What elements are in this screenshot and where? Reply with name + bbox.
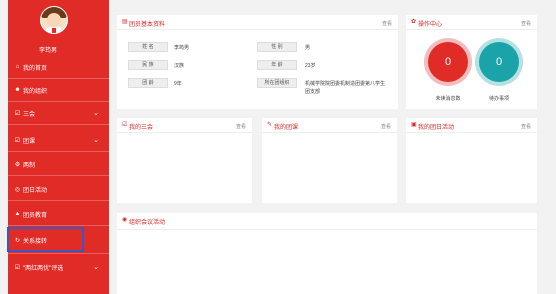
view-link[interactable]: 查看: [236, 123, 246, 130]
sidebar-item-activity[interactable]: ◎ 团日活动: [8, 178, 109, 200]
view-link[interactable]: 查看: [381, 123, 391, 130]
field-value: 机械学院院团委机制造团委第八学生团支部: [305, 81, 386, 95]
todo-label: 待办事项: [488, 96, 509, 102]
username: 李筠男: [38, 48, 57, 54]
my-activity-panel: ▣ 我的团日活动 查看: [406, 118, 537, 203]
view-link[interactable]: 查看: [521, 20, 531, 27]
todo-count-badge[interactable]: 0: [479, 42, 519, 82]
sidebar-item-my-org[interactable]: ☻ 我的组织: [8, 79, 109, 101]
sidebar-item-label: 两制: [23, 162, 36, 169]
sidebar-item-label: 团日活动: [23, 187, 48, 194]
home-icon: ⌂: [15, 64, 20, 70]
field-label: 年 龄: [257, 60, 297, 70]
operations-panel: ✿ 操作中心 查看 0 未读消息数 0 待办事项: [406, 15, 537, 109]
field-value: 男: [305, 45, 311, 51]
chevron-down-icon: ⌄: [93, 264, 99, 271]
field-label: 性 别: [257, 42, 297, 52]
field-value: 9年: [174, 81, 182, 87]
sidebar-item-selection[interactable]: ☑ "两红两优"评选 ⌄: [8, 256, 109, 278]
my-course-panel: ✎ 我的团课 查看: [262, 118, 397, 203]
sidebar-item-label: 我的组织: [23, 88, 48, 95]
field-label: 团 龄: [128, 78, 168, 88]
member-info-panel: ▤ 团员基本资料 查看 姓 名 李筠男 性 别 男 民 族 汉族 年 龄 23岁…: [117, 15, 398, 109]
my-three-meetings-panel: ☑ 我的三会 查看: [117, 118, 252, 203]
panel-title: 团员基本资料: [129, 22, 166, 28]
target-icon: ◎: [14, 186, 21, 193]
sidebar-item-three-meetings[interactable]: ☑ 三会 ⌄: [8, 102, 109, 124]
checkbox-icon: ☑: [14, 137, 21, 144]
unread-label: 未读消息数: [435, 96, 461, 102]
flag-icon: ▣: [411, 122, 417, 128]
sidebar-item-education[interactable]: ▲ 团员教育: [8, 203, 109, 225]
pencil-icon: ✎: [267, 122, 273, 128]
graduation-cap-icon: ▲: [14, 211, 21, 217]
sidebar-item-label: "两红两优"评选: [23, 265, 64, 272]
field-label: 姓 名: [128, 42, 168, 52]
unread-count-badge[interactable]: 0: [428, 42, 468, 82]
sidebar-item-label: 团课: [23, 138, 36, 145]
chevron-down-icon: ⌄: [93, 137, 99, 144]
chevron-down-icon: ⌄: [93, 110, 99, 117]
panel-title: 操作中心: [418, 22, 443, 28]
panel-title: 我的三会: [129, 125, 154, 131]
panel-title: 我的团日活动: [418, 125, 455, 131]
id-card-icon: ▤: [122, 19, 128, 25]
field-value: 李筠男: [174, 45, 190, 51]
field-value: 汉族: [174, 63, 185, 69]
sidebar-item-label: 三会: [23, 111, 36, 118]
gear-icon: ✿: [411, 19, 417, 25]
selection-highlight: [7, 227, 84, 252]
sidebar-item-two-systems[interactable]: ⚙ 两制: [8, 153, 109, 175]
checkbox-icon: ☑: [14, 110, 21, 117]
sidebar-item-label: 我的首页: [23, 65, 48, 72]
field-value: 23岁: [305, 63, 316, 69]
sidebar-item-course[interactable]: ☑ 团课 ⌄: [8, 129, 109, 151]
list-icon: ☑: [122, 122, 128, 128]
users-icon: ☻: [14, 87, 21, 93]
panel-title: 组织会议活动: [129, 220, 166, 226]
avatar: [40, 6, 68, 34]
field-label: 民 族: [128, 60, 168, 70]
field-label: 所在团组织: [257, 78, 297, 88]
sidebar-item-home[interactable]: ⌂ 我的首页: [8, 56, 109, 78]
panel-title: 我的团课: [274, 125, 299, 131]
settings-icon: ⚙: [14, 161, 21, 168]
checkbox-icon: ☑: [14, 264, 21, 271]
meeting-icon: ◉: [122, 217, 128, 223]
view-link[interactable]: 查看: [382, 20, 392, 27]
sidebar-item-label: 团员教育: [23, 212, 48, 219]
view-link[interactable]: 查看: [521, 123, 531, 130]
org-meeting-panel: ◉ 组织会议活动: [117, 213, 537, 294]
